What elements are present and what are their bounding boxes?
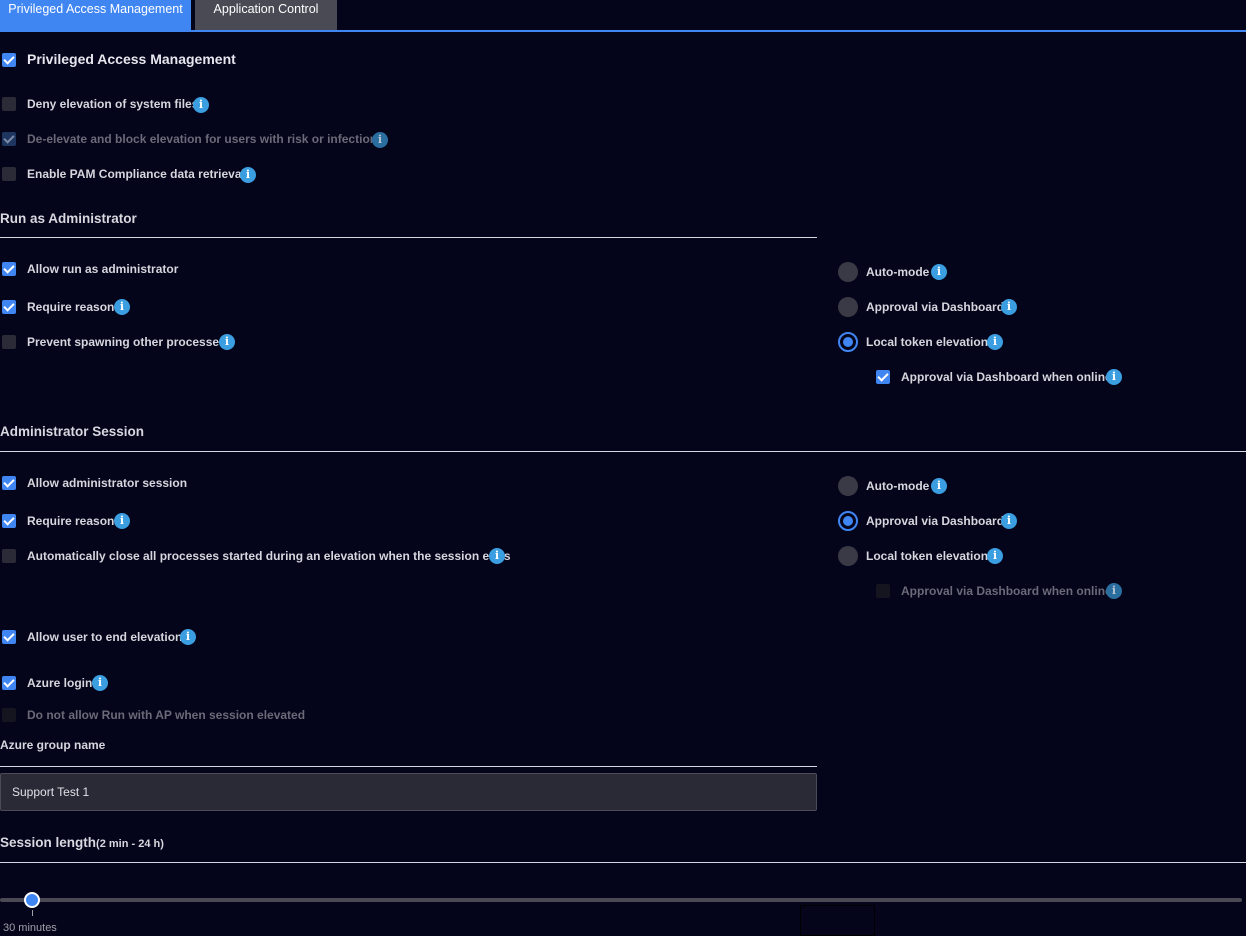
compliance-data-checkbox[interactable] [2, 167, 16, 181]
ghost-box [800, 905, 875, 936]
run-admin-auto-mode-radio[interactable] [838, 262, 858, 282]
prevent-spawning-label: Prevent spawning other processes [27, 335, 226, 349]
end-elevation-checkbox[interactable] [2, 630, 16, 644]
session-require-reason-checkbox[interactable] [2, 514, 16, 528]
pam-enabled-label: Privileged Access Management [27, 51, 236, 67]
session-length-heading: Session length(2 min - 24 h) [0, 835, 164, 850]
end-elevation-label: Allow user to end elevation [27, 630, 183, 644]
no-run-with-ap-label: Do not allow Run with AP when session el… [27, 708, 306, 722]
info-icon[interactable]: i [193, 97, 209, 113]
session-length-divider [0, 862, 1246, 863]
run-admin-require-reason-checkbox[interactable] [2, 300, 16, 314]
pam-enabled-checkbox[interactable] [2, 53, 16, 67]
info-icon[interactable]: i [987, 334, 1003, 350]
info-icon[interactable]: i [1106, 583, 1122, 599]
azure-group-divider [0, 766, 817, 767]
info-icon[interactable]: i [240, 167, 256, 183]
azure-group-input[interactable]: Support Test 1 [0, 773, 817, 811]
azure-login-label: Azure login [27, 676, 93, 690]
azure-login-checkbox[interactable] [2, 676, 16, 690]
run-admin-dashboard-radio[interactable] [838, 297, 858, 317]
session-local-token-label: Local token elevation [866, 549, 989, 563]
run-as-admin-heading: Run as Administrator [0, 211, 137, 226]
run-admin-online-approval-label: Approval via Dashboard when online [901, 370, 1112, 384]
session-dashboard-label: Approval via Dashboard [866, 514, 1005, 528]
admin-session-heading: Administrator Session [0, 424, 145, 439]
session-length-range: (2 min - 24 h) [96, 838, 164, 850]
info-icon[interactable]: i [987, 548, 1003, 564]
info-icon[interactable]: i [489, 548, 505, 564]
prevent-spawning-checkbox[interactable] [2, 335, 16, 349]
info-icon[interactable]: i [114, 513, 130, 529]
session-online-approval-checkbox [876, 584, 890, 598]
deelevate-risk-checkbox [2, 132, 16, 146]
session-require-reason-label: Require reason [27, 514, 115, 528]
allow-admin-session-checkbox[interactable] [2, 476, 16, 490]
allow-admin-session-label: Allow administrator session [27, 476, 188, 490]
info-icon[interactable]: i [1106, 369, 1122, 385]
session-dashboard-radio[interactable] [838, 511, 858, 531]
info-icon[interactable]: i [931, 478, 947, 494]
azure-group-heading: Azure group name [0, 738, 106, 752]
session-auto-mode-label: Auto-mode [866, 479, 930, 493]
session-length-slider-thumb[interactable] [24, 892, 40, 908]
autoclose-processes-label: Automatically close all processes starte… [27, 549, 511, 563]
info-icon[interactable]: i [114, 299, 130, 315]
run-as-admin-divider [0, 237, 817, 238]
deny-system-files-label: Deny elevation of system files [27, 97, 199, 111]
deny-system-files-checkbox[interactable] [2, 97, 16, 111]
info-icon[interactable]: i [1001, 299, 1017, 315]
info-icon[interactable]: i [1001, 513, 1017, 529]
info-icon[interactable]: i [372, 132, 388, 148]
session-local-token-radio[interactable] [838, 546, 858, 566]
info-icon[interactable]: i [92, 675, 108, 691]
run-admin-local-token-label: Local token elevation [866, 335, 989, 349]
allow-run-as-admin-checkbox[interactable] [2, 262, 16, 276]
allow-run-as-admin-label: Allow run as administrator [27, 262, 179, 276]
info-icon[interactable]: i [931, 264, 947, 280]
session-auto-mode-radio[interactable] [838, 476, 858, 496]
session-length-value: 30 minutes [3, 922, 57, 934]
session-length-title: Session length [0, 835, 97, 850]
slider-tick [32, 910, 33, 916]
deelevate-risk-label: De-elevate and block elevation for users… [27, 132, 384, 146]
run-admin-auto-mode-label: Auto-mode [866, 265, 930, 279]
tab-application-control[interactable]: Application Control [195, 0, 337, 30]
info-icon[interactable]: i [180, 629, 196, 645]
session-length-slider-track[interactable] [0, 898, 1242, 902]
no-run-with-ap-checkbox [2, 708, 16, 722]
run-admin-online-approval-checkbox[interactable] [876, 370, 890, 384]
info-icon[interactable]: i [219, 334, 235, 350]
run-admin-require-reason-label: Require reason [27, 300, 115, 314]
run-admin-dashboard-label: Approval via Dashboard [866, 300, 1005, 314]
tab-privileged-access-management[interactable]: Privileged Access Management [0, 0, 191, 30]
admin-session-divider [0, 451, 1246, 452]
session-online-approval-label: Approval via Dashboard when online [901, 584, 1112, 598]
run-admin-local-token-radio[interactable] [838, 332, 858, 352]
compliance-data-label: Enable PAM Compliance data retrieval [27, 167, 245, 181]
autoclose-processes-checkbox[interactable] [2, 549, 16, 563]
